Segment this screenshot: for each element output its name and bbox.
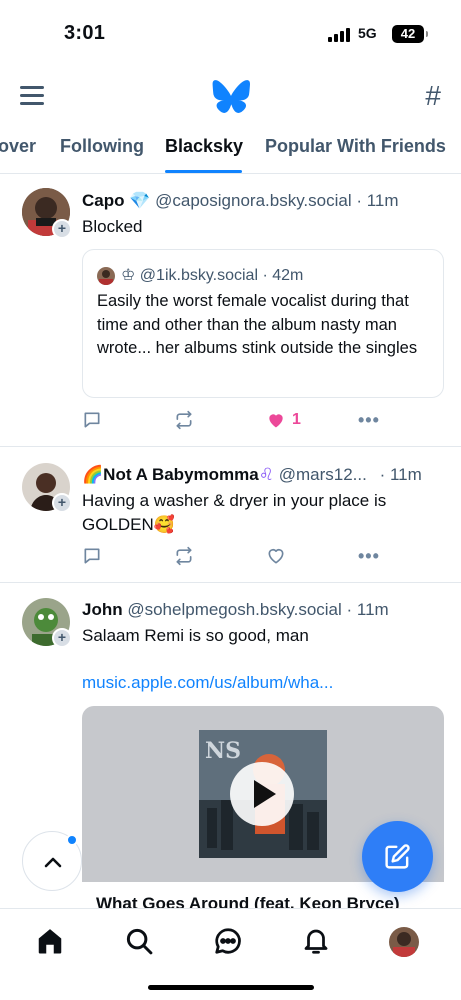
- status-bar: 3:01 5G 42: [0, 0, 461, 70]
- feed-post[interactable]: + Capo 💎 @caposignora.bsky.social · 11m …: [0, 175, 461, 447]
- rainbow-emoji-icon: 🌈: [82, 465, 104, 484]
- post-time: · 11m: [379, 465, 422, 484]
- gem-emoji-icon: 💎: [129, 191, 151, 210]
- butterfly-logo[interactable]: [212, 80, 250, 114]
- author-handle[interactable]: @mars12...: [279, 465, 367, 484]
- tab-popular-with-friends[interactable]: Popular With Friends: [265, 136, 446, 157]
- author-name[interactable]: Capo: [82, 191, 125, 210]
- repost-icon[interactable]: [174, 409, 194, 431]
- bottom-nav: [0, 908, 461, 1000]
- compose-post-button[interactable]: [362, 821, 433, 892]
- feed-tabs: over Following Blacksky Popular With Fri…: [0, 126, 461, 174]
- home-icon[interactable]: [35, 926, 65, 956]
- post-text: Blocked: [82, 217, 143, 236]
- search-icon[interactable]: [124, 926, 154, 956]
- new-posts-indicator: [66, 834, 78, 846]
- follow-plus-icon[interactable]: +: [52, 628, 72, 648]
- reply-icon[interactable]: [82, 409, 102, 431]
- follow-plus-icon[interactable]: +: [52, 493, 72, 513]
- post-actions: •••: [82, 545, 441, 569]
- quote-text: Easily the worst female vocalist during …: [97, 292, 418, 357]
- tab-following[interactable]: Following: [60, 136, 144, 157]
- heart-outline-icon[interactable]: [266, 545, 286, 567]
- like-count: 1: [292, 411, 301, 428]
- play-icon[interactable]: [230, 762, 294, 826]
- signal-icon: [328, 28, 350, 42]
- reply-icon[interactable]: [82, 545, 102, 567]
- post-actions: 1 •••: [82, 409, 441, 433]
- app-header: #: [0, 70, 461, 126]
- author-handle[interactable]: @sohelpmegosh.bsky.social: [127, 600, 341, 619]
- tab-discover[interactable]: over: [0, 136, 36, 157]
- quote-handle: @1ik.bsky.social: [139, 267, 258, 284]
- more-options-icon[interactable]: •••: [358, 545, 380, 567]
- quote-time: · 42m: [262, 267, 304, 284]
- author-handle[interactable]: @caposignora.bsky.social: [155, 191, 351, 210]
- follow-plus-icon[interactable]: +: [52, 219, 72, 239]
- quote-avatar: [97, 267, 115, 285]
- network-label: 5G: [358, 25, 377, 41]
- author-name[interactable]: Not A Babymomma: [103, 465, 259, 484]
- hashtag-icon[interactable]: #: [425, 80, 441, 112]
- hamburger-menu-icon[interactable]: [20, 84, 46, 106]
- heart-filled-icon: [269, 414, 283, 428]
- notifications-bell-icon[interactable]: [301, 926, 331, 956]
- status-time: 3:01: [64, 22, 106, 44]
- profile-avatar[interactable]: [389, 927, 419, 957]
- leo-emoji-icon: ♌: [258, 465, 274, 484]
- chat-icon[interactable]: [213, 926, 243, 956]
- feed-post[interactable]: + 🌈Not A Babymomma♌ @mars12... · 11m Hav…: [0, 447, 461, 583]
- battery-icon: 42: [392, 25, 428, 43]
- post-text: Having a washer & dryer in your place is…: [82, 491, 387, 534]
- active-tab-indicator: [165, 170, 242, 173]
- post-text: Salaam Remi is so good, man: [82, 626, 309, 645]
- crown-icon: ♔: [121, 267, 136, 284]
- post-link[interactable]: music.apple.com/us/album/wha...: [82, 673, 333, 693]
- compose-icon: [385, 844, 410, 869]
- more-options-icon[interactable]: •••: [358, 409, 380, 431]
- post-time: · 11m: [346, 600, 389, 619]
- home-indicator: [148, 985, 314, 990]
- svg-text:NS: NS: [205, 738, 241, 764]
- tab-blacksky[interactable]: Blacksky: [165, 136, 243, 157]
- quote-card[interactable]: ♔ @1ik.bsky.social · 42m Easily the wors…: [82, 249, 444, 398]
- author-name[interactable]: John: [82, 600, 123, 619]
- like-button[interactable]: 1: [266, 409, 301, 431]
- chevron-up-icon: [44, 857, 62, 868]
- post-time: · 11m: [356, 191, 399, 210]
- repost-icon[interactable]: [174, 545, 194, 567]
